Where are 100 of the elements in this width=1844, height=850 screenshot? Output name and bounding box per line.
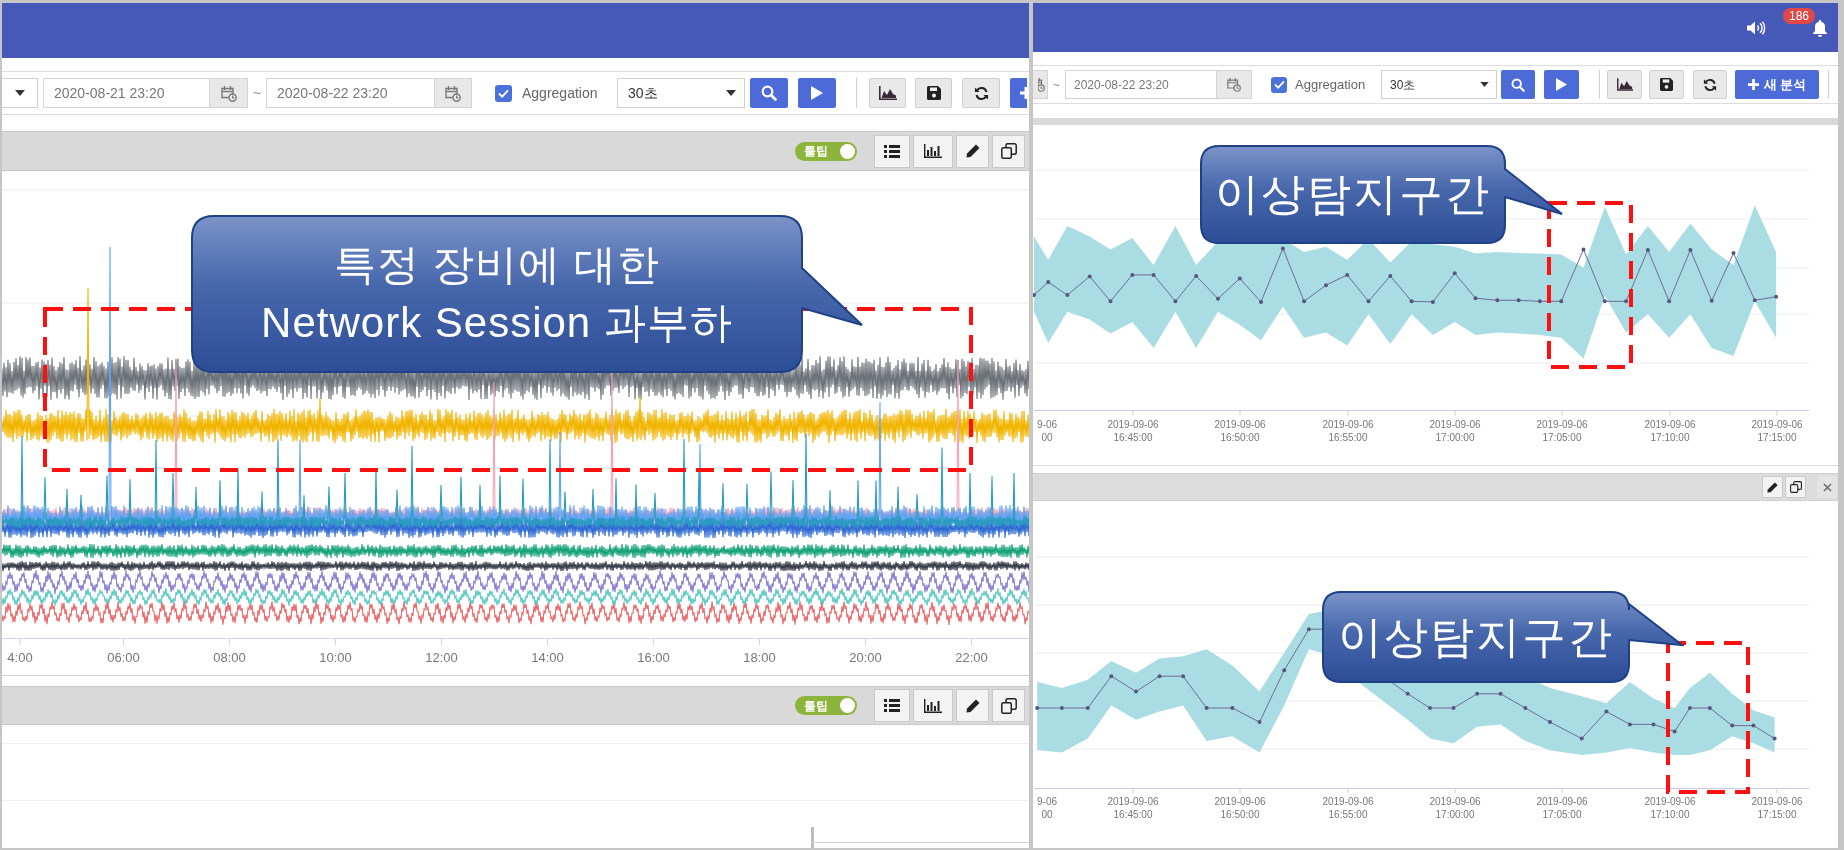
- data-point: [1473, 296, 1478, 301]
- data-point: [1157, 674, 1162, 679]
- x-axis-label: 2019-09-06 16:45:00: [1107, 795, 1159, 821]
- bar-chart-button[interactable]: [913, 134, 953, 168]
- play-icon: [811, 86, 823, 100]
- data-point: [1306, 627, 1311, 632]
- list-button[interactable]: [874, 689, 910, 722]
- data-point: [1602, 299, 1607, 304]
- checkmark-icon: [1273, 80, 1285, 89]
- search-button[interactable]: [750, 78, 788, 108]
- data-point: [1451, 706, 1456, 710]
- data-point: [1475, 691, 1480, 696]
- new-analysis-button[interactable]: 새 분석: [1735, 70, 1819, 99]
- data-point: [1134, 689, 1138, 694]
- data-point: [1280, 246, 1285, 251]
- date-input[interactable]: 2020-08-22 23:20: [1065, 70, 1217, 99]
- data-point: [1579, 736, 1584, 741]
- tooltip-toggle[interactable]: 툴팁: [795, 141, 857, 161]
- save-button[interactable]: [1649, 70, 1684, 99]
- chart-button[interactable]: [1607, 70, 1642, 99]
- data-point: [1548, 720, 1552, 725]
- data-point: [1604, 709, 1609, 714]
- caret-down-icon: [1480, 82, 1489, 87]
- bar-chart-icon: [924, 144, 942, 158]
- copy-button[interactable]: [992, 134, 1025, 168]
- data-point: [1537, 299, 1542, 304]
- data-point: [1645, 247, 1650, 252]
- search-button[interactable]: [1501, 70, 1535, 99]
- copy-button[interactable]: [1785, 476, 1806, 498]
- data-point: [1257, 720, 1262, 725]
- x-axis-label: 4:00: [7, 650, 33, 666]
- range-separator: ~: [1053, 76, 1060, 94]
- calendar-clock-icon: [220, 84, 237, 102]
- copy-icon: [1000, 697, 1017, 714]
- data-point: [1046, 280, 1051, 285]
- date-input[interactable]: 2020-08-21 23:20: [43, 78, 210, 108]
- data-point: [1651, 722, 1656, 727]
- x-axis-label: 9-06 00: [1037, 418, 1057, 444]
- pencil-icon: [965, 698, 980, 713]
- edit-button[interactable]: [956, 134, 989, 168]
- data-point: [1707, 706, 1712, 710]
- refresh-button[interactable]: [962, 78, 1000, 108]
- x-axis-label: 2019-09-06 17:15:00: [1751, 418, 1803, 444]
- list-button[interactable]: [874, 134, 910, 168]
- plus-icon: [1747, 79, 1759, 90]
- x-axis-label: 2019-09-06 17:05:00: [1536, 795, 1588, 821]
- copy-button[interactable]: [992, 689, 1025, 722]
- search-icon: [1511, 77, 1525, 92]
- play-icon: [1556, 78, 1567, 91]
- x-axis-label: 2019-09-06 16:50:00: [1214, 795, 1266, 821]
- x-axis-label: 18:00: [743, 650, 776, 666]
- data-point: [1237, 276, 1242, 281]
- data-point: [1581, 247, 1586, 252]
- edit-button[interactable]: [956, 689, 989, 722]
- play-button[interactable]: [1544, 70, 1579, 99]
- dropdown-field[interactable]: [2, 78, 38, 108]
- data-point: [1059, 706, 1064, 710]
- data-point: [1667, 299, 1672, 304]
- bar-chart-button[interactable]: [913, 689, 953, 722]
- x-axis-label: 2019-09-06 17:00:00: [1429, 418, 1481, 444]
- checkbox[interactable]: [1271, 76, 1287, 93]
- x-axis-label: 22:00: [955, 650, 988, 666]
- new-analysis-button[interactable]: [1010, 78, 1027, 108]
- data-point: [1035, 706, 1040, 710]
- save-icon: [1660, 78, 1673, 91]
- calendar-button[interactable]: [1217, 70, 1252, 99]
- save-button[interactable]: [915, 78, 952, 108]
- data-point: [1516, 298, 1521, 303]
- refresh-icon: [973, 85, 989, 101]
- data-point: [1324, 283, 1328, 288]
- calendar-button[interactable]: [435, 78, 472, 108]
- x-axis-label: 20:00: [849, 650, 882, 666]
- x-axis-label: 06:00: [107, 650, 140, 666]
- tooltip-toggle[interactable]: 툴팁: [795, 696, 857, 715]
- bell-icon: [1812, 18, 1828, 37]
- x-axis-label: 2019-09-06 17:10:00: [1644, 795, 1696, 821]
- chart-button[interactable]: [869, 78, 906, 108]
- play-button[interactable]: [798, 78, 836, 108]
- calendar-button[interactable]: [1033, 70, 1048, 99]
- data-point: [1452, 271, 1457, 276]
- date-input[interactable]: 2020-08-22 23:20: [266, 78, 435, 108]
- calendar-button[interactable]: [210, 78, 248, 108]
- edit-button[interactable]: [1762, 476, 1783, 498]
- refresh-button[interactable]: [1693, 70, 1727, 99]
- close-button[interactable]: [1817, 476, 1837, 498]
- interval-dropdown[interactable]: 30초: [1381, 70, 1497, 99]
- x-axis-label: 2019-09-06 17:10:00: [1644, 418, 1696, 444]
- search-icon: [761, 85, 777, 101]
- data-point: [1230, 706, 1235, 710]
- calendar-clock-icon: [1038, 77, 1045, 92]
- x-axis-label: 12:00: [425, 650, 458, 666]
- interval-dropdown[interactable]: 30초: [617, 78, 745, 108]
- x-axis-label: 2019-09-06 17:15:00: [1751, 795, 1803, 821]
- checkbox[interactable]: [495, 84, 512, 102]
- x-axis-label: 2019-09-06 16:55:00: [1322, 418, 1374, 444]
- data-point: [1751, 723, 1756, 728]
- data-point: [1409, 299, 1414, 304]
- data-point: [1430, 299, 1435, 304]
- data-point: [1709, 298, 1714, 303]
- data-point: [1065, 293, 1070, 298]
